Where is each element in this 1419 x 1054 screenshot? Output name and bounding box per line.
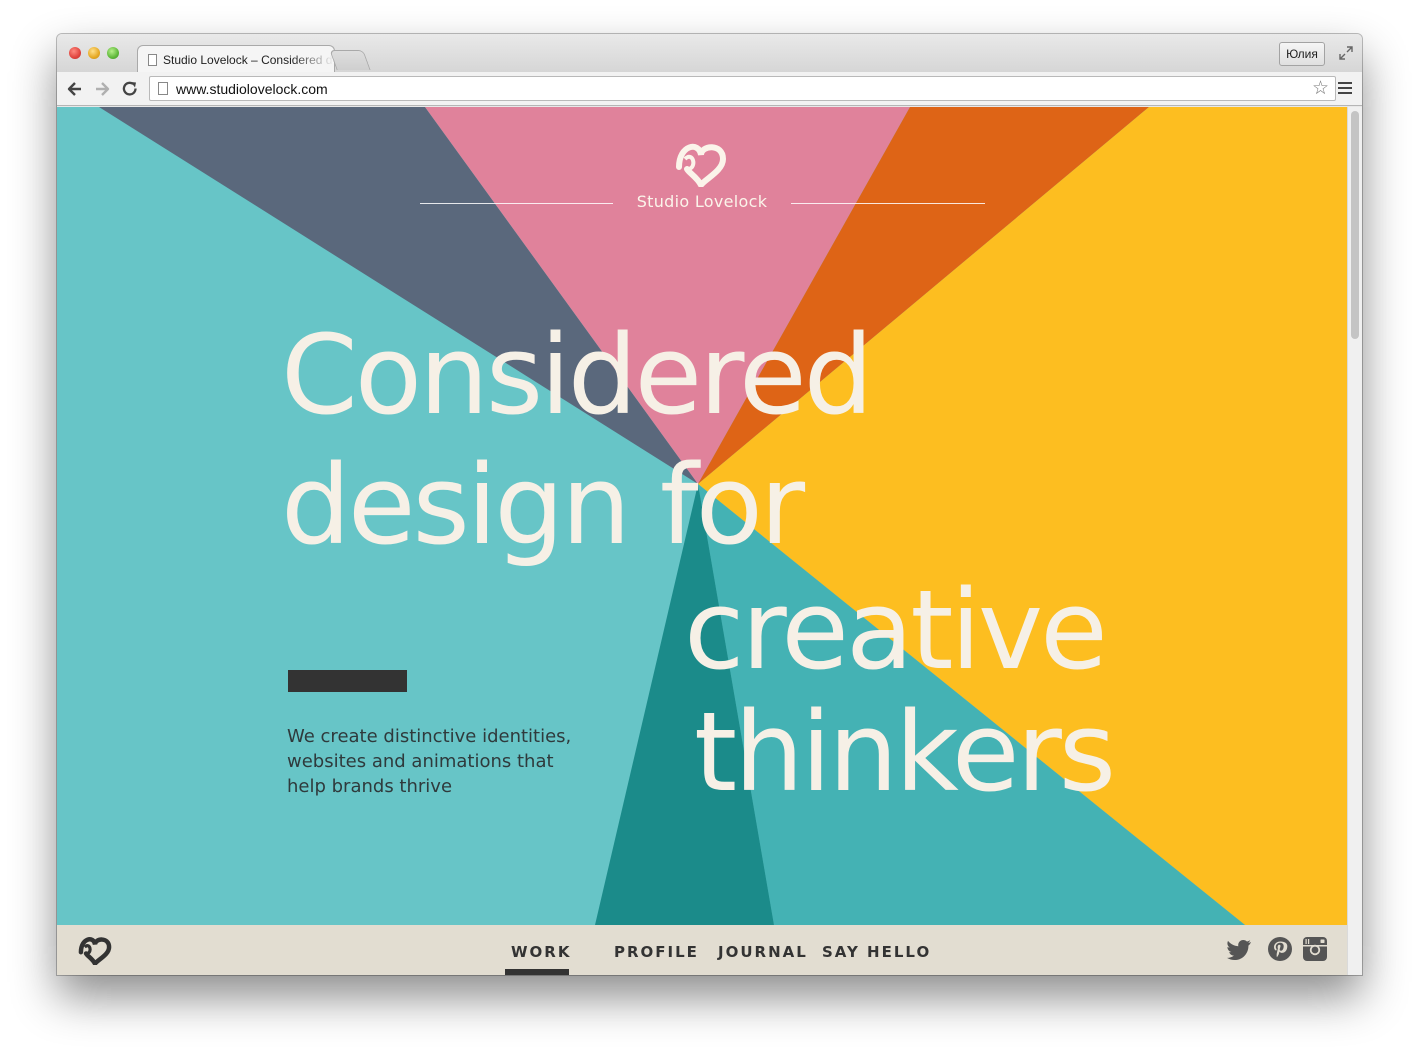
brand-divider-right xyxy=(791,203,985,204)
page-icon xyxy=(158,82,168,95)
browser-toolbar: www.studiolovelock.com ☆ xyxy=(57,72,1362,106)
nav-work[interactable]: WORK xyxy=(511,943,571,961)
url-text: www.studiolovelock.com xyxy=(176,80,328,97)
tab-title: Studio Lovelock – Considered design for … xyxy=(163,52,334,67)
main-nav: WORK PROFILE JOURNAL SAY HELLO xyxy=(57,925,1347,975)
fullscreen-icon[interactable] xyxy=(1338,45,1354,61)
title-bar: Studio Lovelock – Considered design for … xyxy=(57,34,1362,73)
tagline-line: help brands thrive xyxy=(287,776,453,797)
brand-divider-left xyxy=(420,203,613,204)
forward-arrow-icon[interactable] xyxy=(92,79,112,99)
studio-lovelock-logo-icon xyxy=(676,143,727,187)
instagram-icon[interactable] xyxy=(1302,936,1328,962)
headline-line-3: creative xyxy=(684,566,1108,694)
site-brand[interactable]: Studio Lovelock xyxy=(420,137,985,217)
chrome-menu-icon[interactable] xyxy=(1338,82,1352,96)
profile-button[interactable]: Юлия xyxy=(1279,42,1325,66)
nav-say-hello[interactable]: SAY HELLO xyxy=(822,943,931,961)
nav-active-indicator xyxy=(505,969,569,975)
tagline-line: websites and animations that xyxy=(287,751,554,772)
browser-window: Studio Lovelock – Considered design for … xyxy=(57,34,1362,975)
nav-journal[interactable]: JOURNAL xyxy=(718,943,808,961)
new-tab-button[interactable] xyxy=(329,50,371,70)
headline-line-1: Considered xyxy=(281,311,874,439)
page-viewport: Studio Lovelock Considered design for cr… xyxy=(57,107,1347,975)
browser-tab-active[interactable]: Studio Lovelock – Considered design for … xyxy=(137,45,335,73)
close-window-button[interactable] xyxy=(69,47,81,59)
brand-name: Studio Lovelock xyxy=(636,192,768,211)
minimize-window-button[interactable] xyxy=(88,47,100,59)
vertical-scrollbar[interactable] xyxy=(1347,107,1362,975)
tagline-line: We create distinctive identities, xyxy=(287,726,572,747)
bookmark-star-icon[interactable]: ☆ xyxy=(1312,79,1329,98)
headline-line-4: thinkers xyxy=(694,688,1116,816)
reload-icon[interactable] xyxy=(120,79,140,99)
headline-line-2: design for xyxy=(281,441,805,569)
page-icon xyxy=(148,53,157,66)
pinterest-icon[interactable] xyxy=(1267,936,1293,962)
twitter-icon[interactable] xyxy=(1227,936,1253,962)
accent-bar xyxy=(288,670,407,692)
back-arrow-icon[interactable] xyxy=(65,79,85,99)
address-bar[interactable]: www.studiolovelock.com ☆ xyxy=(149,76,1336,101)
scrollbar-thumb[interactable] xyxy=(1351,111,1359,339)
nav-profile[interactable]: PROFILE xyxy=(614,943,699,961)
footer-nav-bar: WORK PROFILE JOURNAL SAY HELLO xyxy=(57,925,1347,975)
tagline: We create distinctive identities, websit… xyxy=(287,724,577,799)
zoom-window-button[interactable] xyxy=(107,47,119,59)
